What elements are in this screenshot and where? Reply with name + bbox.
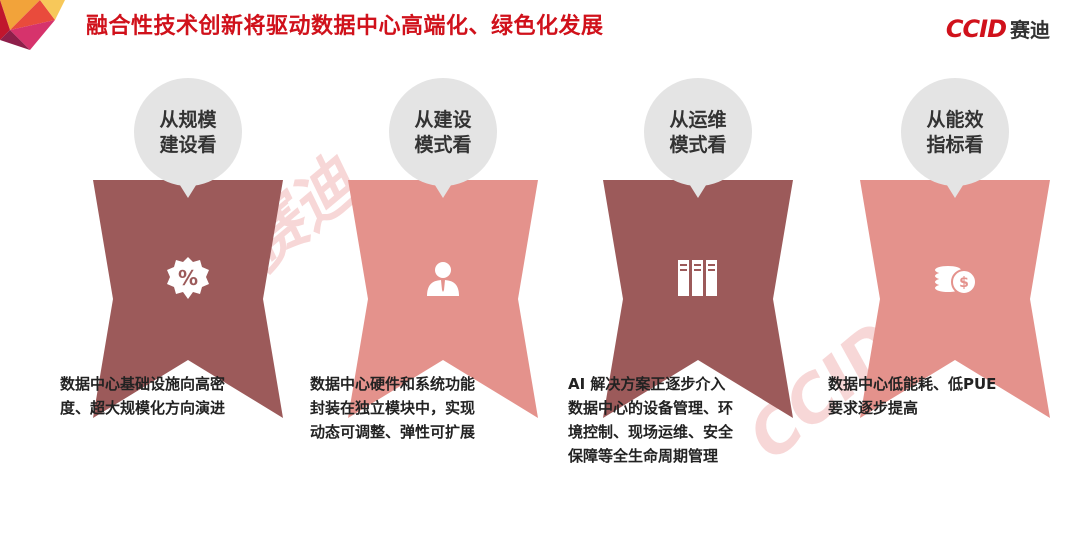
coins-icon: $ — [925, 248, 985, 308]
percent-icon: % — [158, 248, 218, 308]
svg-text:$: $ — [959, 275, 969, 291]
logo-text: 赛迪 — [1010, 18, 1050, 42]
person-icon — [413, 248, 473, 308]
server-rack-icon — [668, 248, 728, 308]
card-heading: 从建设 模式看 — [414, 109, 472, 156]
card-heading: 从规模 建设看 — [159, 109, 217, 156]
card-description: 数据中心低能耗、低PUE 要求逐步提高 — [828, 375, 997, 417]
card-scale: 从规模 建设看 % — [88, 78, 288, 418]
logo-mark: CCID — [945, 14, 1007, 43]
ccid-logo: CCID 赛迪 — [946, 14, 1050, 43]
card-operation-mode: 从运维 模式看 — [598, 78, 798, 418]
card-description: 数据中心硬件和系统功能 封装在独立模块中，实现 动态可调整、弹性可扩展 — [310, 375, 476, 441]
card-heading: 从运维 模式看 — [669, 109, 727, 156]
card-description: AI 解决方案正逐步介入 数据中心的设备管理、环 境控制、现场运维、安全 保障等… — [568, 375, 734, 465]
card-efficiency: 从能效 指标看 $ — [855, 78, 1055, 418]
svg-text:%: % — [178, 266, 198, 290]
card-heading: 从能效 指标看 — [926, 109, 984, 156]
corner-decoration — [0, 0, 65, 50]
card-build-mode: 从建设 模式看 — [343, 78, 543, 418]
page-title: 融合性技术创新将驱动数据中心高端化、绿色化发展 — [86, 14, 604, 39]
card-description: 数据中心基础设施向高密 度、超大规模化方向演进 — [60, 375, 226, 417]
